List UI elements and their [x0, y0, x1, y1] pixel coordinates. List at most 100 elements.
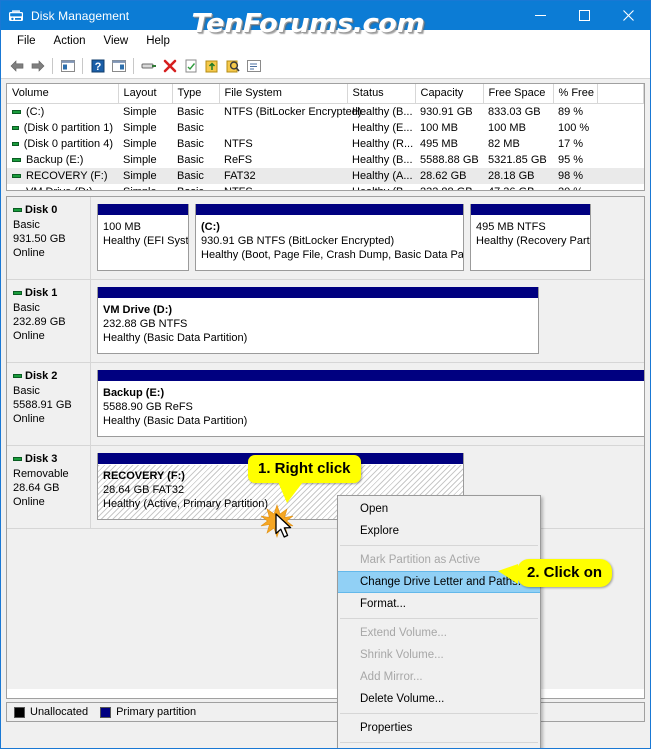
- maximize-button[interactable]: [562, 1, 606, 30]
- export-list-icon[interactable]: [201, 55, 222, 76]
- minimize-button[interactable]: [518, 1, 562, 30]
- partition-area-2: Backup (E:) 5588.90 GB ReFS Healthy (Bas…: [91, 363, 644, 445]
- forward-icon[interactable]: [27, 55, 48, 76]
- disk-drive-icon: [8, 8, 24, 24]
- disk-info-0: Disk 0 Basic 931.50 GB Online: [7, 197, 91, 279]
- volume-label: RECOVERY (F:): [26, 170, 108, 182]
- disk-size-1: 232.89 GB: [13, 316, 66, 328]
- menu-view[interactable]: View: [95, 33, 138, 49]
- volume-table-header-row: Volume Layout Type File System Status Ca…: [7, 84, 644, 104]
- legend-label-primary-partition: Primary partition: [116, 706, 197, 718]
- partition-0-1[interactable]: (C:) 930.91 GB NTFS (BitLocker Encrypted…: [195, 204, 464, 271]
- context-menu-item-properties[interactable]: Properties: [338, 717, 540, 739]
- cell-volume: Backup (E:): [7, 152, 118, 168]
- volume-label: (Disk 0 partition 4): [23, 138, 113, 150]
- context-menu-item-shrink-volume: Shrink Volume...: [360, 649, 444, 661]
- disk-state-2: Online: [13, 413, 45, 425]
- context-menu-item-delete-volume[interactable]: Delete Volume...: [338, 688, 540, 710]
- menu-file[interactable]: File: [8, 33, 45, 49]
- partition-area-0: 100 MB Healthy (EFI Syste (C:) 930.91 GB…: [91, 197, 644, 279]
- context-menu-separator: [340, 713, 538, 714]
- volume-label: (Disk 0 partition 1): [23, 122, 113, 134]
- cell-status: Healthy (B...: [352, 154, 413, 166]
- partition-size-fs: 232.88 GB NTFS: [103, 318, 188, 330]
- table-row[interactable]: VM Drive (D:) Simple Basic NTFS Healthy …: [7, 184, 644, 191]
- partition-0-0[interactable]: 100 MB Healthy (EFI Syste: [97, 204, 189, 271]
- disk-kind-2: Basic: [13, 385, 40, 397]
- partition-2-0[interactable]: Backup (E:) 5588.90 GB ReFS Healthy (Bas…: [97, 370, 644, 437]
- disk-row-0[interactable]: Disk 0 Basic 931.50 GB Online 100 MB Hea…: [7, 197, 644, 280]
- toolbar-separator: [133, 57, 134, 74]
- toolbar-separator: [82, 57, 83, 74]
- legend-bar: Unallocated Primary partition: [6, 702, 645, 722]
- partition-color-bar: [471, 204, 590, 216]
- cell-layout: Simple: [123, 106, 157, 118]
- column-header-free-space[interactable]: Free Space: [483, 84, 554, 104]
- volume-icon: [12, 190, 21, 191]
- menu-help[interactable]: Help: [137, 33, 179, 49]
- context-menu: Open Explore Mark Partition as Active Ch…: [337, 495, 541, 748]
- rescan-disks-icon[interactable]: [138, 55, 159, 76]
- column-header-capacity[interactable]: Capacity: [415, 84, 484, 104]
- back-icon[interactable]: [6, 55, 27, 76]
- help-question-icon[interactable]: ?: [87, 55, 108, 76]
- cell-capacity: 28.62 GB: [415, 168, 483, 184]
- toolbar-separator: [52, 57, 53, 74]
- partition-1-0[interactable]: VM Drive (D:) 232.88 GB NTFS Healthy (Ba…: [97, 287, 539, 354]
- cell-pct-free: 100 %: [558, 122, 590, 134]
- partition-0-2[interactable]: 495 MB NTFS Healthy (Recovery Partiti: [470, 204, 591, 271]
- table-row[interactable]: (C:) Simple Basic NTFS (BitLocker Encryp…: [7, 104, 644, 121]
- cell-capacity: 930.91 GB: [420, 106, 473, 118]
- disk-name-2: Disk 2: [13, 369, 86, 383]
- properties-window-icon[interactable]: [108, 55, 129, 76]
- column-header-pct-free[interactable]: % Free: [553, 84, 598, 104]
- cell-file-system: NTFS: [224, 138, 253, 150]
- disk-row-2[interactable]: Disk 2 Basic 5588.91 GB Online Backup (E…: [7, 363, 644, 446]
- disk-name-label: Disk 0: [25, 204, 58, 216]
- cell-file-system: FAT32: [219, 168, 347, 184]
- context-menu-item-open[interactable]: Open: [338, 498, 540, 520]
- context-menu-item-format[interactable]: Format...: [338, 593, 540, 615]
- table-row[interactable]: (Disk 0 partition 1) Simple Basic Health…: [7, 120, 644, 136]
- show-action-pane-icon[interactable]: [243, 55, 264, 76]
- disk-icon: [13, 291, 22, 295]
- up-one-level-icon[interactable]: [57, 55, 78, 76]
- volume-icon: [12, 142, 19, 146]
- watermark: TenForums.com: [191, 9, 425, 39]
- cell-status: Healthy (R...: [352, 138, 414, 150]
- volume-table-body: (C:) Simple Basic NTFS (BitLocker Encryp…: [7, 104, 644, 191]
- cell-free-space: 5321.85 GB: [488, 154, 547, 166]
- menu-action[interactable]: Action: [45, 33, 95, 49]
- column-header-volume[interactable]: Volume: [7, 84, 119, 104]
- partition-color-bar: [98, 204, 188, 216]
- partition-label: Backup (E:): [103, 387, 165, 399]
- cell-layout: Simple: [123, 138, 157, 150]
- cell-pct-free: 17 %: [558, 138, 584, 150]
- help-search-icon[interactable]: [222, 55, 243, 76]
- cell-status: Healthy (E...: [352, 122, 413, 134]
- legend-swatch-primary-partition: [100, 706, 112, 718]
- disk-row-1[interactable]: Disk 1 Basic 232.89 GB Online VM Drive (…: [7, 280, 644, 363]
- volume-list[interactable]: Volume Layout Type File System Status Ca…: [6, 83, 645, 191]
- column-header-status[interactable]: Status: [347, 84, 416, 104]
- cell-layout: Simple: [123, 154, 157, 166]
- close-button[interactable]: [606, 1, 650, 30]
- column-header-filler[interactable]: [597, 84, 644, 104]
- new-task-icon[interactable]: [180, 55, 201, 76]
- cell-free-space: 833.03 GB: [488, 106, 541, 118]
- disk-kind-3: Removable: [13, 468, 69, 480]
- partition-health: Healthy (Basic Data Partition): [103, 332, 248, 344]
- table-row[interactable]: Backup (E:) Simple Basic ReFS Healthy (B…: [7, 152, 644, 168]
- table-row[interactable]: RECOVERY (F:) Simple Basic FAT32 Healthy…: [7, 168, 644, 184]
- context-menu-item-explore[interactable]: Explore: [338, 520, 540, 542]
- table-row[interactable]: (Disk 0 partition 4) Simple Basic NTFS H…: [7, 136, 644, 152]
- column-header-file-system[interactable]: File System: [219, 84, 348, 104]
- cell-filler: [597, 168, 644, 184]
- cell-filler: [597, 152, 644, 168]
- column-header-layout[interactable]: Layout: [118, 84, 173, 104]
- delete-icon[interactable]: [159, 55, 180, 76]
- column-header-type[interactable]: Type: [172, 84, 220, 104]
- mouse-cursor-icon: [275, 513, 295, 543]
- disk-size-2: 5588.91 GB: [13, 399, 72, 411]
- partition-label: (C:): [201, 221, 220, 233]
